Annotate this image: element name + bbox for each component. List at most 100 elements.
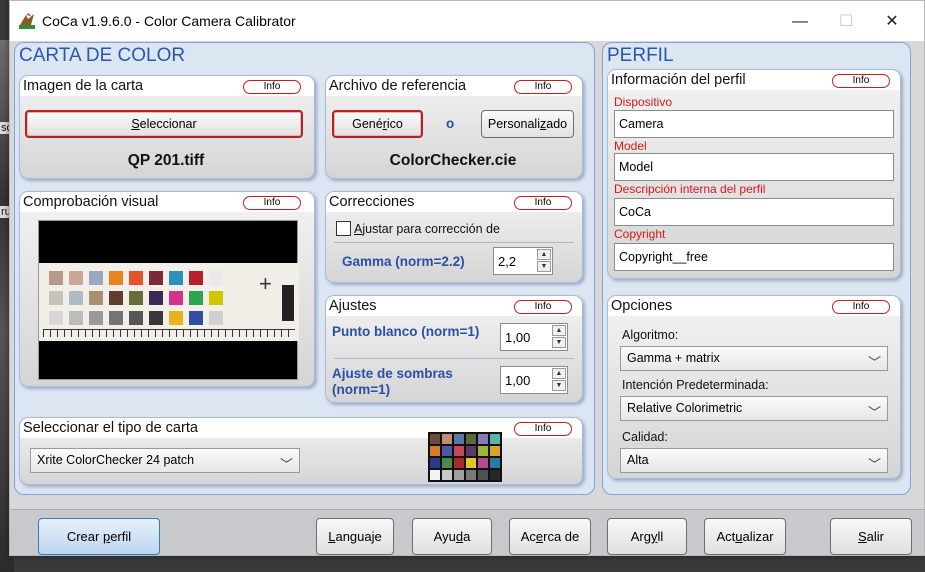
panel-title: Imagen de la carta [23,78,144,94]
btn-text: erfil [110,529,132,544]
thumbnail-patch [490,446,500,456]
dispositivo-label: Dispositivo [614,95,673,109]
info-button[interactable]: Info [832,74,890,88]
color-patch [49,311,63,325]
copyright-label: Copyright [614,227,666,241]
perfil-section: PERFIL Información del perfil Info Dispo… [602,42,911,495]
color-patch [189,291,203,305]
crear-perfil-button[interactable]: Crear perfil [38,518,160,555]
color-patch [149,311,163,325]
actualizar-button[interactable]: Actualizar [704,518,786,555]
sombras-spinner[interactable]: 1,00 ▲ ▼ [500,366,568,394]
chevron-down-icon: ﹀ [867,405,881,420]
chart-thumbnail [428,432,502,482]
spin-down-icon[interactable]: ▼ [537,261,551,272]
app-window: CoCa v1.9.6.0 - Color Camera Calibrator … [9,0,925,556]
tipo-carta-dropdown[interactable]: Xrite ColorChecker 24 patch ﹀ [30,448,300,473]
color-patch [129,291,143,305]
argyll-button[interactable]: Argyll [607,518,687,555]
thumbnail-patch [442,470,452,480]
color-patch [89,271,103,285]
sombras-label: Ajuste de sombras [332,366,453,381]
thumbnail-patch [430,458,440,468]
chevron-down-icon: ﹀ [279,457,293,472]
info-button[interactable]: Info [514,196,572,210]
thumbnail-patch [442,434,452,444]
thumbnail-patch [442,458,452,468]
info-button[interactable]: Info [514,80,572,94]
color-patch [209,271,223,285]
spin-up-icon[interactable]: ▲ [537,249,551,260]
spin-down-icon[interactable]: ▼ [552,337,566,348]
dropdown-value: Alta [627,453,649,467]
info-button[interactable]: Info [243,196,301,210]
model-label: Model [614,139,647,153]
btn-text: Act [716,529,736,544]
spin-up-icon[interactable]: ▲ [552,368,566,379]
spin-down-icon[interactable]: ▼ [552,380,566,391]
descripcion-field[interactable]: CoCa [614,198,894,226]
color-patch [49,291,63,305]
panel-title: Archivo de referencia [329,78,467,94]
thumbnail-patch [442,446,452,456]
color-patch [89,311,103,325]
info-button[interactable]: Info [832,300,890,314]
model-field[interactable]: Model [614,153,894,181]
ayuda-button[interactable]: Ayuda [412,518,492,555]
chevron-down-icon: ﹀ [867,457,881,472]
thumbnail-patch [466,446,476,456]
ruler [43,329,295,337]
calidad-dropdown[interactable]: Alta ﹀ [620,448,888,473]
intencion-dropdown[interactable]: Relative Colorimetric ﹀ [620,396,888,421]
selected-image-file: QP 201.tiff [127,152,205,169]
btn-text: alir [866,529,884,544]
algoritmo-dropdown[interactable]: Gamma + matrix ﹀ [620,346,888,371]
color-patch [109,291,123,305]
thumbnail-patch [430,470,440,480]
color-patch [169,291,183,305]
btn-text: anguaje [335,529,382,544]
tipo-carta-panel: Seleccionar el tipo de carta Info Xrite … [19,417,583,485]
spin-up-icon[interactable]: ▲ [552,325,566,336]
chart-paper: + [39,263,299,341]
color-patch [129,271,143,285]
minimize-button[interactable]: — [780,9,820,35]
or-text: o [446,116,455,131]
thumbnail-patch [490,470,500,480]
btn-accel: d [455,529,464,544]
ajustar-checkbox[interactable] [336,221,351,236]
info-button[interactable]: Info [514,422,572,436]
lenguaje-button[interactable]: Languaje [316,518,394,555]
panel-title: Seleccionar el tipo de carta [23,420,198,436]
copyright-field[interactable]: Copyright__free [614,243,894,271]
dispositivo-field[interactable]: Camera [614,110,894,138]
personalizado-button[interactable]: Personalizado [481,110,574,138]
carta-de-color-section: CARTA DE COLOR Imagen de la carta Info S… [14,42,595,495]
seleccionar-button[interactable]: Seleccionar [25,110,303,138]
btn-accel: S [131,117,140,131]
logo-mark [282,285,294,321]
chart-preview-image: + [38,220,299,380]
btn-text: Ac [520,529,536,544]
archivo-referencia-panel: Archivo de referencia Info Genérico o Pe… [325,75,583,179]
separator [334,358,574,359]
info-button[interactable]: Info [514,300,572,314]
close-button[interactable]: ✕ [872,9,912,35]
acerca-de-button[interactable]: Acerca de [509,518,591,555]
punto-blanco-spinner[interactable]: 1,00 ▲ ▼ [500,323,568,351]
thumbnail-patch [454,446,464,456]
gamma-spinner[interactable]: 2,2 ▲ ▼ [493,247,553,275]
thumbnail-patch [478,434,488,444]
salir-button[interactable]: Salir [830,518,912,555]
panel-title: Correcciones [329,194,415,210]
btn-text: eleccionar [139,117,197,131]
gamma-value: 2,2 [498,254,517,269]
opciones-panel: Opciones Info Algoritmo: Gamma + matrix … [607,295,901,479]
info-button[interactable]: Info [243,80,301,94]
generico-button[interactable]: Genérico [332,110,423,138]
btn-text: alizar [742,529,774,544]
thumbnail-patch [466,470,476,480]
panel-title: Información del perfil [611,72,746,88]
thumbnail-patch [478,458,488,468]
client-area: CARTA DE COLOR Imagen de la carta Info S… [10,41,924,555]
